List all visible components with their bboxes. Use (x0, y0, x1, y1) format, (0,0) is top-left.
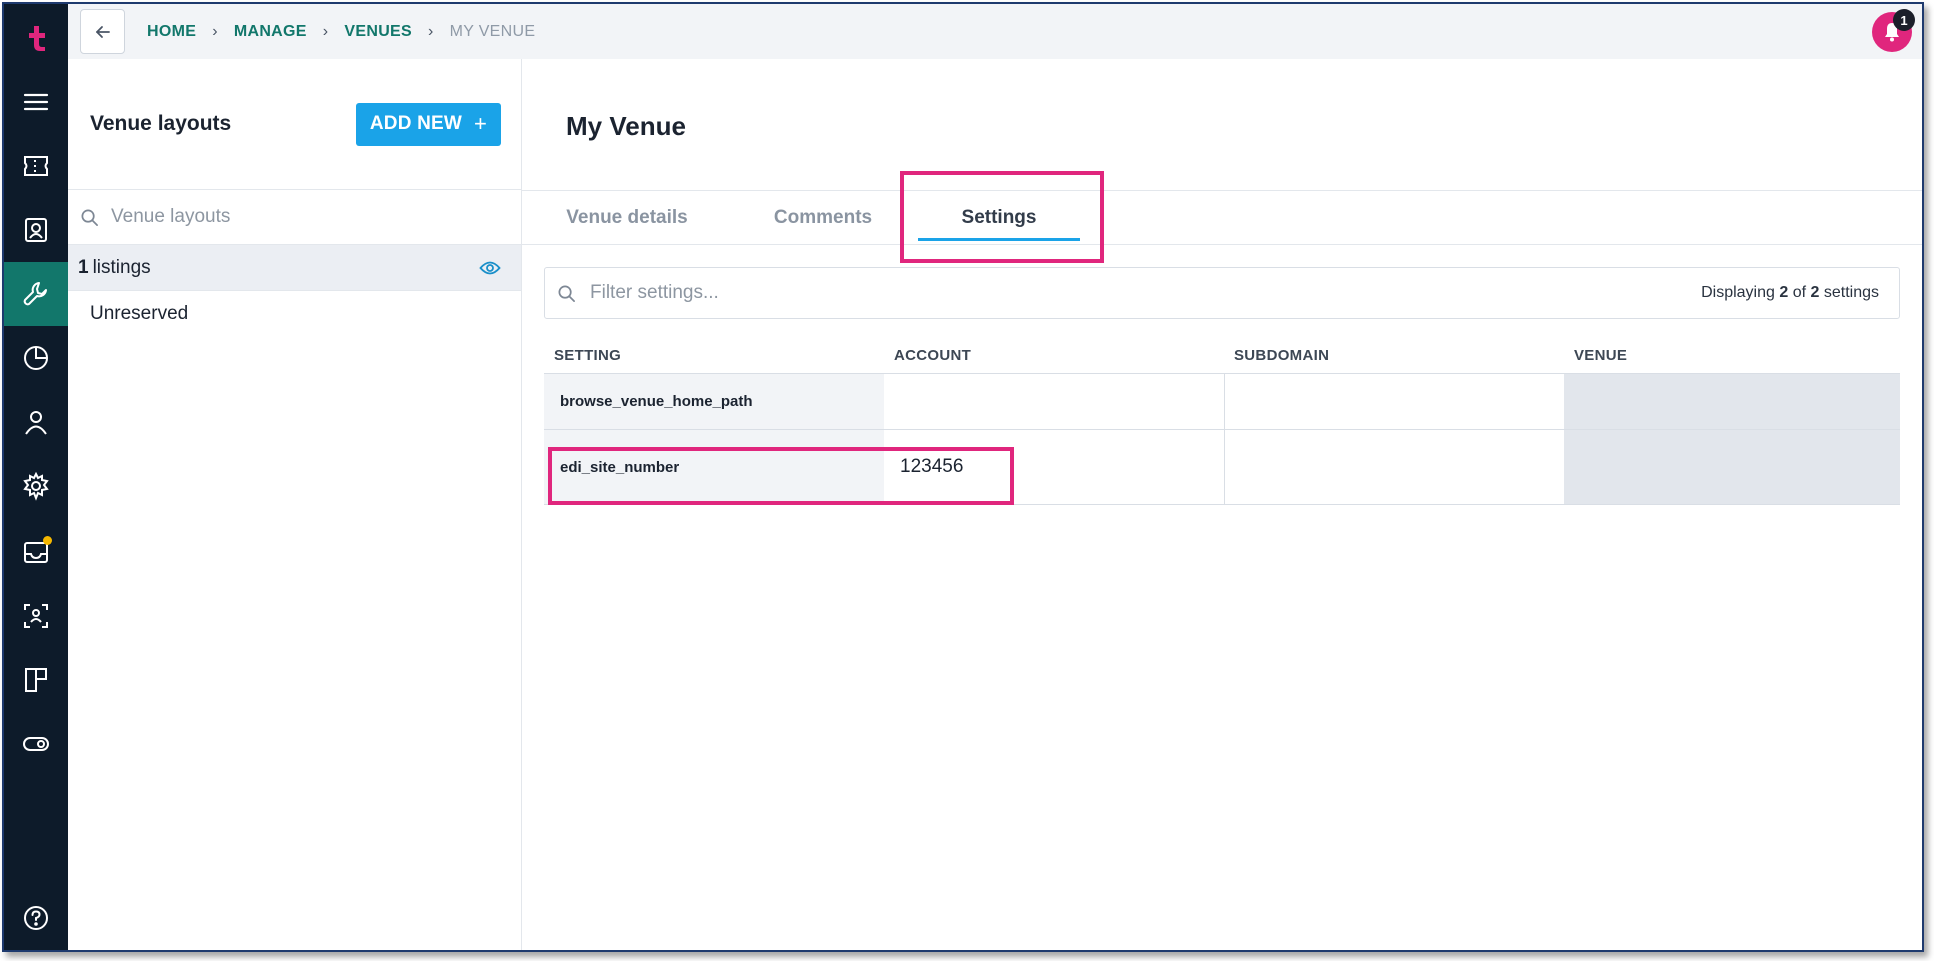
table-row: browse_venue_home_path (544, 373, 1900, 429)
brand-logo-icon (29, 26, 45, 51)
display-prefix: Displaying (1701, 284, 1775, 301)
filter-settings-input[interactable] (590, 282, 1702, 304)
chevron-right-icon: › (428, 22, 434, 40)
nav-item-manage[interactable] (4, 262, 68, 326)
tickets-icon (24, 156, 48, 176)
notifications-button[interactable]: 1 (1872, 9, 1915, 52)
venue-main: My Venue Venue details Comments Settings… (522, 59, 1922, 950)
hamburger-icon (23, 93, 49, 111)
settings-count-text: Displaying 2 of 2 settings (1701, 284, 1879, 302)
top-header: HOME › MANAGE › VENUES › MY VENUE 1 (68, 4, 1922, 59)
settings-filter: Displaying 2 of 2 settings (544, 267, 1900, 319)
page-title: My Venue (566, 111, 686, 141)
list-item[interactable]: Unreserved (68, 290, 521, 336)
nav-item-toggles[interactable] (4, 712, 68, 776)
arrow-left-icon (95, 25, 110, 38)
display-total: 2 (1810, 284, 1820, 301)
app-window: HOME › MANAGE › VENUES › MY VENUE 1 Venu… (2, 2, 1924, 952)
notification-count-badge: 1 (1893, 9, 1915, 31)
reports-icon (24, 346, 48, 370)
listings-row[interactable]: 1 listings (68, 244, 521, 290)
tab-comments[interactable]: Comments (772, 191, 874, 245)
venue-layouts-title: Venue layouts (90, 112, 232, 135)
nav-item-inbox[interactable] (4, 520, 68, 584)
venue-value-cell (1564, 374, 1900, 429)
table-header: SETTING ACCOUNT SUBDOMAIN VENUE (544, 337, 1900, 373)
layout-item-label: Unreserved (90, 302, 189, 324)
listings-count: 1 (78, 256, 89, 278)
nav-item-help[interactable] (4, 886, 68, 950)
menu-toggle[interactable] (4, 70, 68, 134)
chevron-right-icon: › (322, 22, 329, 40)
settings-table: SETTING ACCOUNT SUBDOMAIN VENUE browse_v… (544, 337, 1900, 505)
tab-venue-details[interactable]: Venue details (566, 191, 688, 245)
column-header-subdomain: SUBDOMAIN (1234, 346, 1330, 364)
chevron-right-icon: › (212, 22, 218, 40)
display-suffix: settings (1823, 284, 1879, 301)
add-new-label: ADD NEW (369, 113, 463, 134)
nav-item-reports[interactable] (4, 326, 68, 390)
scan-icon (24, 604, 48, 628)
nav-item-layouts[interactable] (4, 648, 68, 712)
display-shown: 2 (1779, 284, 1789, 301)
logo[interactable] (4, 6, 68, 70)
nav-item-scan[interactable] (4, 584, 68, 648)
tab-bar: Venue details Comments Settings (522, 190, 1922, 245)
venue-value-cell (1564, 430, 1900, 504)
search-icon (81, 209, 98, 226)
account-value-cell[interactable]: 123456 (884, 430, 1224, 504)
account-value-cell[interactable] (884, 374, 1224, 429)
listings-label: listings (92, 256, 151, 278)
venue-layouts-search-input[interactable] (111, 206, 471, 228)
tab-settings[interactable]: Settings (918, 191, 1080, 245)
venue-layouts-search (68, 190, 521, 244)
nav-item-settings[interactable] (4, 454, 68, 518)
column-header-venue: VENUE (1574, 346, 1628, 364)
breadcrumb-current: MY VENUE (449, 22, 536, 40)
breadcrumb-home[interactable]: HOME (147, 23, 196, 41)
settings-icon (23, 471, 49, 501)
nav-item-contacts[interactable] (4, 198, 68, 262)
help-icon (24, 906, 48, 930)
breadcrumb: HOME › MANAGE › VENUES › MY VENUE (147, 23, 535, 41)
venue-layouts-header: Venue layouts ADD NEW + (68, 59, 521, 190)
breadcrumb-venues[interactable]: VENUES (344, 23, 412, 41)
toggle-icon (23, 737, 49, 751)
listings-label-group: 1 listings (78, 257, 151, 279)
setting-name-cell: browse_venue_home_path (544, 374, 884, 429)
eye-icon[interactable] (479, 260, 501, 276)
nav-item-users[interactable] (4, 390, 68, 454)
contacts-icon (25, 218, 47, 242)
nav-item-tickets[interactable] (4, 134, 68, 198)
subdomain-value-cell[interactable] (1224, 430, 1564, 504)
plus-icon: + (474, 111, 488, 136)
display-of: of (1792, 284, 1807, 301)
column-header-setting: SETTING (554, 346, 622, 364)
table-row: edi_site_number 123456 (544, 429, 1900, 505)
layout-icon (25, 668, 47, 692)
user-icon (25, 411, 47, 435)
search-icon (558, 285, 575, 302)
setting-name-cell: edi_site_number (544, 430, 884, 504)
column-header-account: ACCOUNT (894, 346, 972, 364)
venue-layouts-panel: Venue layouts ADD NEW + 1listings Unrese… (68, 59, 522, 950)
breadcrumb-manage[interactable]: MANAGE (234, 23, 307, 41)
add-new-button[interactable]: ADD NEW + (356, 102, 501, 146)
nav-rail (4, 4, 68, 950)
back-button[interactable] (80, 9, 125, 54)
tools-icon (23, 282, 47, 306)
subdomain-value-cell[interactable] (1224, 374, 1564, 429)
unread-dot (43, 536, 52, 545)
